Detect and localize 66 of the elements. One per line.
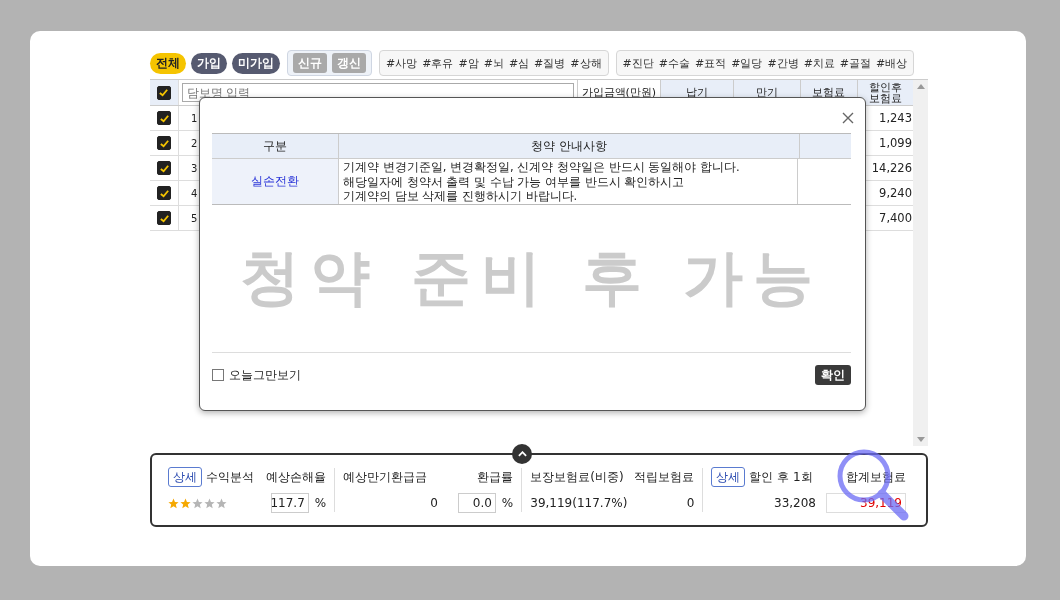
- row-checkbox[interactable]: [157, 186, 171, 200]
- hashtag-link[interactable]: #골절: [839, 55, 872, 71]
- hashtag-link[interactable]: #간병: [767, 55, 799, 71]
- star-icon: [204, 497, 215, 509]
- caret-up-icon: [517, 451, 527, 457]
- detail-button[interactable]: 상세: [168, 467, 202, 487]
- star-icon: [192, 497, 203, 509]
- detail-button[interactable]: 상세: [711, 467, 746, 487]
- summary-label: 수익분석: [206, 468, 254, 486]
- hashtag-link[interactable]: #수술: [658, 55, 690, 71]
- filter-chip[interactable]: 전체: [150, 52, 186, 74]
- hashtag-link[interactable]: #치료: [803, 55, 835, 71]
- summary-label: 환급률: [477, 468, 514, 486]
- hashtag-link[interactable]: #심: [508, 55, 530, 71]
- row-checkbox[interactable]: [157, 161, 171, 175]
- table-cell: 14,226: [871, 161, 912, 175]
- filter-chip[interactable]: 미가입: [232, 52, 280, 74]
- hashtag-link[interactable]: #암: [458, 55, 479, 71]
- summary-label: 적립보험료: [634, 468, 695, 486]
- filter-chip[interactable]: 가입: [191, 52, 227, 74]
- summary-value: 39,119(117.7%): [530, 496, 628, 510]
- collapse-button[interactable]: [512, 444, 532, 464]
- row-checkbox[interactable]: [157, 111, 171, 125]
- summary-value: 0: [430, 496, 438, 510]
- hashtag-link[interactable]: #배상: [876, 55, 908, 71]
- row-checkbox[interactable]: [157, 136, 171, 150]
- row-number: 4: [191, 187, 198, 199]
- column-header: 구분: [262, 137, 288, 155]
- summary-label: 예상손해율: [266, 468, 327, 486]
- summary-label: 보장보험료(비중): [530, 468, 624, 486]
- star-icon: [168, 497, 179, 509]
- row-number: 5: [191, 212, 198, 224]
- unit-label: %: [314, 496, 327, 510]
- row-number: 2: [191, 137, 198, 149]
- notice-text: 기계약 변경기준일, 변경확정일, 신계약 청약일은 반드시 동일해야 합니다. 해당일자에 청약서 출력 및 수납 가능 여부를 반드시 확인하시고 기계약의 담보 삭제를 진행하시기 바랍니다.: [343, 160, 740, 203]
- select-all-checkbox[interactable]: [156, 85, 171, 100]
- unit-label: %: [501, 496, 514, 510]
- hashtag-link[interactable]: #질병: [534, 55, 566, 71]
- row-number: 3: [191, 162, 198, 174]
- table-cell: 1,099: [879, 136, 912, 150]
- summary-value: 0: [686, 496, 695, 510]
- row-number: 1: [191, 112, 198, 124]
- dont-show-today-checkbox[interactable]: 오늘그만보기: [212, 366, 301, 384]
- summary-label: 예상만기환급금: [343, 468, 428, 486]
- summary-value: 33,208: [774, 496, 816, 510]
- column-header: 청약 안내사항: [338, 134, 800, 158]
- star-icon: [180, 497, 191, 509]
- summary-label: 할인 후 1회: [749, 468, 813, 486]
- refund-rate-field[interactable]: 0.0: [457, 493, 496, 513]
- hashtag-link[interactable]: #뇌: [483, 55, 504, 71]
- close-icon[interactable]: [842, 112, 854, 124]
- hashtag-link[interactable]: #일당: [731, 55, 763, 71]
- table-cell: 1,243: [879, 111, 912, 125]
- confirm-button[interactable]: 확인: [815, 365, 851, 385]
- table-cell: 9,240: [879, 186, 912, 200]
- row-checkbox[interactable]: [157, 211, 171, 225]
- hashtag-link[interactable]: #사망: [386, 55, 418, 71]
- hashtag-link[interactable]: #표적: [694, 55, 727, 71]
- table-cell: 7,400: [879, 211, 912, 225]
- hashtag-link[interactable]: #상해: [570, 55, 602, 71]
- star-icon: [216, 497, 227, 509]
- summary-label: 합계보험료: [846, 468, 906, 486]
- loss-ratio-field[interactable]: 117.7: [270, 493, 309, 513]
- hashtag-link[interactable]: #후유: [422, 55, 454, 71]
- hashtag-link[interactable]: #진단: [622, 55, 654, 71]
- category-cell: 실손전환: [251, 173, 299, 190]
